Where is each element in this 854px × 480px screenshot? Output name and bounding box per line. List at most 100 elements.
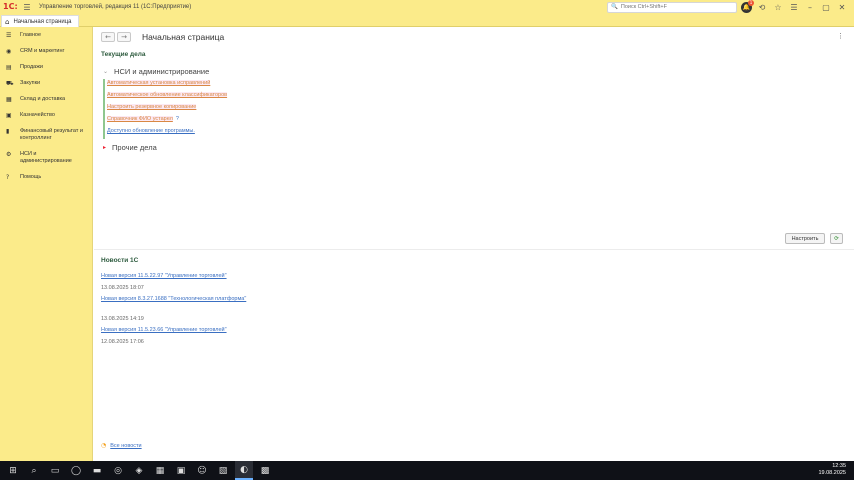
task-view-icon[interactable]: ▭ (46, 461, 64, 480)
clock-time: 12:35 (832, 463, 846, 469)
arrow-left-icon: ← (105, 33, 111, 41)
close-icon[interactable]: ✕ (836, 1, 848, 13)
history-icon[interactable]: ⟲ (756, 1, 768, 13)
more-menu-icon[interactable]: ☰ (788, 1, 800, 13)
news-date: 12.08.2025 17:06 (101, 339, 144, 345)
rss-icon: ◔ (101, 442, 107, 449)
tab-bar: ⌂ Начальная страница (0, 14, 854, 27)
all-news-link[interactable]: Все новости (110, 443, 141, 449)
menu-icon[interactable]: ☰ (21, 1, 33, 13)
warehouse-icon: ▦ (6, 96, 12, 103)
sidebar-item-warehouse[interactable]: ▦ Склад и доставка (0, 91, 92, 107)
help-icon: ? (6, 174, 10, 181)
cart-icon: ⛟ (6, 80, 14, 87)
group-nsi-label: НСИ и администрирование (114, 67, 210, 76)
sidebar-item-label: Главное (20, 32, 42, 38)
arrow-right-icon: → (121, 33, 127, 41)
treasury-icon: ▣ (6, 112, 12, 119)
list-item: Доступно обновление программы. (107, 127, 227, 139)
sidebar-item-nsi[interactable]: ⚙ НСИ и администрирование (0, 146, 92, 169)
sales-icon: ▤ (6, 64, 12, 71)
sidebar-item-label: Продажи (20, 64, 43, 70)
group-other[interactable]: ▸ Прочие дела (103, 143, 157, 152)
group-nsi[interactable]: ⌄ НСИ и администрирование (103, 67, 209, 76)
star-icon[interactable]: ☆ (772, 1, 784, 13)
app-icon[interactable]: ☺ (193, 461, 211, 480)
sidebar-item-label: НСИ и администрирование (20, 151, 72, 164)
app-icon[interactable]: ◐ (235, 461, 253, 480)
menu-icon: ☰ (6, 32, 12, 39)
app-icon[interactable]: ▩ (256, 461, 274, 480)
divider (94, 249, 854, 250)
news-date: 13.08.2025 18:07 (101, 285, 144, 291)
sidebar-item-purchases[interactable]: ⛟ Закупки (0, 75, 92, 91)
chart-icon: ▮ (6, 128, 10, 135)
more-vertical-icon[interactable]: ⋮ (837, 32, 844, 40)
search-box[interactable]: 🔍 (607, 1, 737, 13)
sidebar-item-label: Закупки (20, 80, 41, 86)
sidebar-item-treasury[interactable]: ▣ Казначейство (0, 107, 92, 123)
back-button[interactable]: ← (101, 32, 115, 42)
refresh-icon[interactable]: ⟳ (830, 233, 843, 244)
system-clock[interactable]: 12:35 19.08.2025 (818, 463, 846, 477)
sidebar-item-help[interactable]: ? Помощь (0, 169, 92, 185)
news-link[interactable]: Новая версия 8.3.27.1688 "Технологическа… (101, 296, 246, 302)
all-news: ◔ Все новости (101, 442, 142, 449)
sidebar-item-label: Помощь (20, 174, 42, 180)
page-title: Начальная страница (142, 32, 225, 42)
app-icon[interactable]: ◈ (130, 461, 148, 480)
sidebar: ☰ Главное ◉ CRM и маркетинг ▤ Продажи ⛟ … (0, 27, 93, 461)
configure-button[interactable]: Настроить (785, 233, 825, 244)
sidebar-item-finance[interactable]: ▮ Финансовый результат и контроллинг (0, 123, 92, 146)
tab-home[interactable]: ⌂ Начальная страница (1, 15, 79, 27)
clock-date: 19.08.2025 (818, 470, 846, 476)
app-icon[interactable]: ◎ (109, 461, 127, 480)
windows-start-icon[interactable]: ⊞ (4, 461, 22, 480)
tab-home-label: Начальная страница (13, 18, 72, 25)
current-tasks-title: Текущие дела (101, 51, 146, 58)
main-content: ← → Начальная страница ⋮ Текущие дела ⌄ … (94, 27, 854, 461)
task-link[interactable]: Справочник ФИО устарел (107, 116, 173, 122)
news-link[interactable]: Новая версия 11.5.23.66 "Управление торг… (101, 327, 227, 333)
task-link[interactable]: Автоматическое обновление классификаторо… (107, 92, 228, 98)
sidebar-item-label: Склад и доставка (20, 96, 66, 102)
news-date: 13.08.2025 14:19 (101, 316, 144, 322)
maximize-icon[interactable]: ▢ (820, 1, 832, 13)
whatsapp-icon[interactable]: ◯ (67, 461, 85, 480)
gear-icon: ⚙ (6, 151, 12, 158)
app-icon[interactable]: ▦ (151, 461, 169, 480)
list-item: Автоматическое обновление классификаторо… (107, 91, 228, 103)
task-list: Автоматическая установка исправлений Авт… (103, 79, 228, 139)
search-input[interactable] (620, 4, 731, 10)
list-item: Настроить резервное копирование (107, 103, 227, 115)
forward-button[interactable]: → (117, 32, 131, 42)
title-bar: 1С: ☰ Управление торговлей, редакция 11 … (0, 0, 854, 14)
list-item: Справочник ФИО устарел? (107, 115, 227, 127)
sidebar-item-label: CRM и маркетинг (20, 48, 65, 54)
news-title: Новости 1С (101, 257, 139, 264)
app-title: Управление торговлей, редакция 11 (1С:Пр… (39, 4, 192, 10)
task-link[interactable]: Автоматическая установка исправлений (107, 80, 211, 86)
crm-icon: ◉ (6, 48, 12, 55)
sidebar-item-sales[interactable]: ▤ Продажи (0, 59, 92, 75)
task-link[interactable]: Настроить резервное копирование (107, 104, 197, 110)
search-icon[interactable]: ⌕ (25, 461, 43, 480)
os-taskbar: ⊞ ⌕ ▭ ◯ ▬ ◎ ◈ ▦ ▣ ☺ ▧ ◐ ▩ 12:35 19.08.20… (0, 461, 854, 480)
minimize-icon[interactable]: – (804, 1, 816, 13)
news-link[interactable]: Новая версия 11.5.22.97 "Управление торг… (101, 273, 227, 279)
file-explorer-icon[interactable]: ▬ (88, 461, 106, 480)
list-item: Автоматическая установка исправлений (107, 79, 227, 91)
search-icon: 🔍 (611, 4, 618, 10)
notifications-icon[interactable]: 🔔 1 (741, 0, 754, 13)
notification-badge: 1 (748, 0, 754, 6)
chevron-right-icon: ▸ (103, 144, 107, 151)
app-icon[interactable]: ▣ (172, 461, 190, 480)
help-icon[interactable]: ? (176, 116, 179, 122)
app-icon[interactable]: ▧ (214, 461, 232, 480)
task-link[interactable]: Доступно обновление программы. (107, 128, 195, 134)
sidebar-item-label: Казначейство (20, 112, 55, 118)
sidebar-item-main[interactable]: ☰ Главное (0, 27, 92, 43)
home-icon: ⌂ (5, 17, 10, 26)
sidebar-item-crm[interactable]: ◉ CRM и маркетинг (0, 43, 92, 59)
group-other-label: Прочие дела (112, 143, 157, 152)
